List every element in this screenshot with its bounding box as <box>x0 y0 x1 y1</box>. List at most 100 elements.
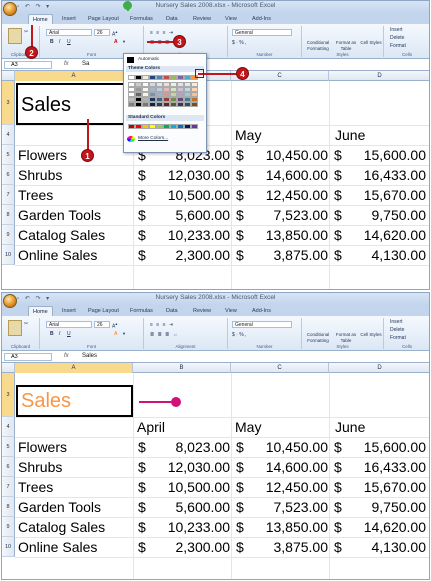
theme-color-swatch[interactable] <box>135 75 142 80</box>
align-icons[interactable]: ≡ ≡ ≡ ⇥ <box>150 322 174 328</box>
cell-value-june[interactable]: 14,620.00 <box>334 225 426 245</box>
standard-color-swatch[interactable] <box>163 124 170 129</box>
standard-color-swatch[interactable] <box>184 124 191 129</box>
cell-value-may[interactable]: 3,875.00 <box>236 537 329 557</box>
cell-value-may[interactable]: 14,600.00 <box>236 165 328 185</box>
cell-value-may[interactable]: 7,523.00 <box>236 497 329 517</box>
tab-formulas[interactable]: Formulas <box>126 14 157 24</box>
row-header[interactable]: 4 <box>2 417 15 437</box>
cell-value-june[interactable]: 9,750.00 <box>334 497 427 517</box>
row-label[interactable]: Shrubs <box>18 457 62 477</box>
cut-icon[interactable]: ✂ <box>24 29 28 35</box>
row-header[interactable]: 8 <box>2 205 15 225</box>
tab-page-layout[interactable]: Page Layout <box>84 14 123 24</box>
automatic-swatch[interactable] <box>127 57 134 63</box>
row-header[interactable]: 4 <box>2 125 15 145</box>
column-header-c[interactable]: C <box>231 363 329 373</box>
cell-value-june[interactable]: 14,620.00 <box>334 517 426 537</box>
theme-color-swatch[interactable] <box>142 75 149 80</box>
more-colors-option[interactable]: More Colors... <box>138 136 168 141</box>
font-size-box[interactable]: 26 <box>94 29 110 36</box>
row-header[interactable]: 7 <box>2 477 15 497</box>
standard-color-swatch[interactable] <box>170 124 177 129</box>
currency-icons[interactable]: $ · % , <box>232 332 246 338</box>
underline-button[interactable]: U <box>67 331 71 337</box>
cell-value-april[interactable]: 10,500.00 <box>138 185 230 205</box>
theme-shade-swatch[interactable] <box>177 102 184 107</box>
theme-color-swatch[interactable] <box>128 75 135 80</box>
cell-value-june[interactable]: 15,670.00 <box>334 477 426 497</box>
row-header[interactable]: 10 <box>2 537 15 557</box>
cell-value-may[interactable]: 7,523.00 <box>236 205 329 225</box>
cell-value-april[interactable]: 5,600.00 <box>138 205 231 225</box>
office-button[interactable] <box>3 2 17 16</box>
tab-home[interactable]: Home <box>28 306 53 316</box>
theme-color-swatch[interactable] <box>177 75 184 80</box>
theme-shade-swatch[interactable] <box>170 102 177 107</box>
row-header[interactable]: 6 <box>2 457 15 477</box>
format-as-table-button[interactable]: Format as Table <box>334 40 358 52</box>
office-button[interactable] <box>3 294 17 308</box>
cell-value-june[interactable]: 16,433.00 <box>334 165 426 185</box>
row-header[interactable]: 5 <box>2 145 15 165</box>
column-header-d[interactable]: D <box>329 71 429 81</box>
cell-value-june[interactable]: 4,130.00 <box>334 245 427 265</box>
cell-value-may[interactable]: 12,450.00 <box>236 477 328 497</box>
cell-value-may[interactable]: 12,450.00 <box>236 185 328 205</box>
insert-button[interactable]: Insert <box>390 27 403 33</box>
conditional-formatting-button[interactable]: Conditional Formatting <box>304 40 332 52</box>
fx-icon[interactable]: fx <box>64 353 69 359</box>
theme-color-swatch[interactable] <box>156 75 163 80</box>
formula-input[interactable]: Sales <box>82 353 97 359</box>
tab-data[interactable]: Data <box>162 14 182 24</box>
column-header-a[interactable]: A <box>15 363 133 373</box>
font-name-box[interactable]: Arial <box>46 29 92 36</box>
font-name-box[interactable]: Arial <box>46 321 92 328</box>
row-label[interactable]: Catalog Sales <box>18 225 105 245</box>
row-header[interactable]: 7 <box>2 185 15 205</box>
font-color-button[interactable]: A <box>114 39 118 45</box>
italic-button[interactable]: I <box>59 331 60 337</box>
font-color-dropdown-icon[interactable]: ▼ <box>122 39 126 45</box>
cell-value-april[interactable]: 12,030.00 <box>138 165 230 185</box>
standard-color-swatch[interactable] <box>177 124 184 129</box>
font-color-dropdown-icon[interactable]: ▼ <box>122 331 126 337</box>
cell-styles-button[interactable]: Cell Styles <box>360 40 382 46</box>
row-header[interactable]: 3 <box>2 373 15 417</box>
row-header[interactable]: 5 <box>2 437 15 457</box>
cell-value-april[interactable]: 10,233.00 <box>138 517 230 537</box>
font-size-box[interactable]: 26 <box>94 321 110 328</box>
tab-home[interactable]: Home <box>28 14 53 24</box>
theme-shade-swatch[interactable] <box>191 102 198 107</box>
standard-color-swatch[interactable] <box>142 124 149 129</box>
cell-value-may[interactable]: 10,450.00 <box>236 145 328 165</box>
paste-icon[interactable] <box>8 320 22 336</box>
select-all-corner[interactable] <box>2 71 15 81</box>
theme-shade-swatch[interactable] <box>135 102 142 107</box>
column-header-d[interactable]: D <box>329 363 429 373</box>
italic-button[interactable]: I <box>59 39 60 45</box>
theme-shade-swatch[interactable] <box>142 102 149 107</box>
formula-input[interactable]: Sa <box>82 61 89 67</box>
row-label[interactable]: Garden Tools <box>18 497 101 517</box>
paste-icon[interactable] <box>8 28 22 44</box>
align-icons[interactable]: ≡ ≡ ≡ ⇥ <box>150 30 174 36</box>
name-box[interactable]: A3 <box>4 353 52 361</box>
cell-value-june[interactable]: 4,130.00 <box>334 537 427 557</box>
standard-color-swatch[interactable] <box>128 124 135 129</box>
delete-button[interactable]: Delete <box>390 35 404 41</box>
column-header-b[interactable]: B <box>133 363 231 373</box>
tab-insert[interactable]: Insert <box>58 306 80 316</box>
format-as-table-button[interactable]: Format as Table <box>334 332 358 344</box>
column-header-a[interactable]: A <box>15 71 133 81</box>
row-header[interactable]: 8 <box>2 497 15 517</box>
cell-value-april[interactable]: 12,030.00 <box>138 457 230 477</box>
grow-font-icon[interactable]: A▴ <box>112 321 117 330</box>
theme-shade-swatch[interactable] <box>163 102 170 107</box>
font-color-button[interactable]: A <box>114 331 118 337</box>
row-label[interactable]: Flowers <box>18 145 67 165</box>
cell-value-april[interactable]: 10,233.00 <box>138 225 230 245</box>
cell-value-may[interactable]: 13,850.00 <box>236 517 328 537</box>
row-label[interactable]: Online Sales <box>18 537 97 557</box>
align-horizontal-icons[interactable]: ≣ ≣ ≣ ⇔ <box>150 332 179 338</box>
